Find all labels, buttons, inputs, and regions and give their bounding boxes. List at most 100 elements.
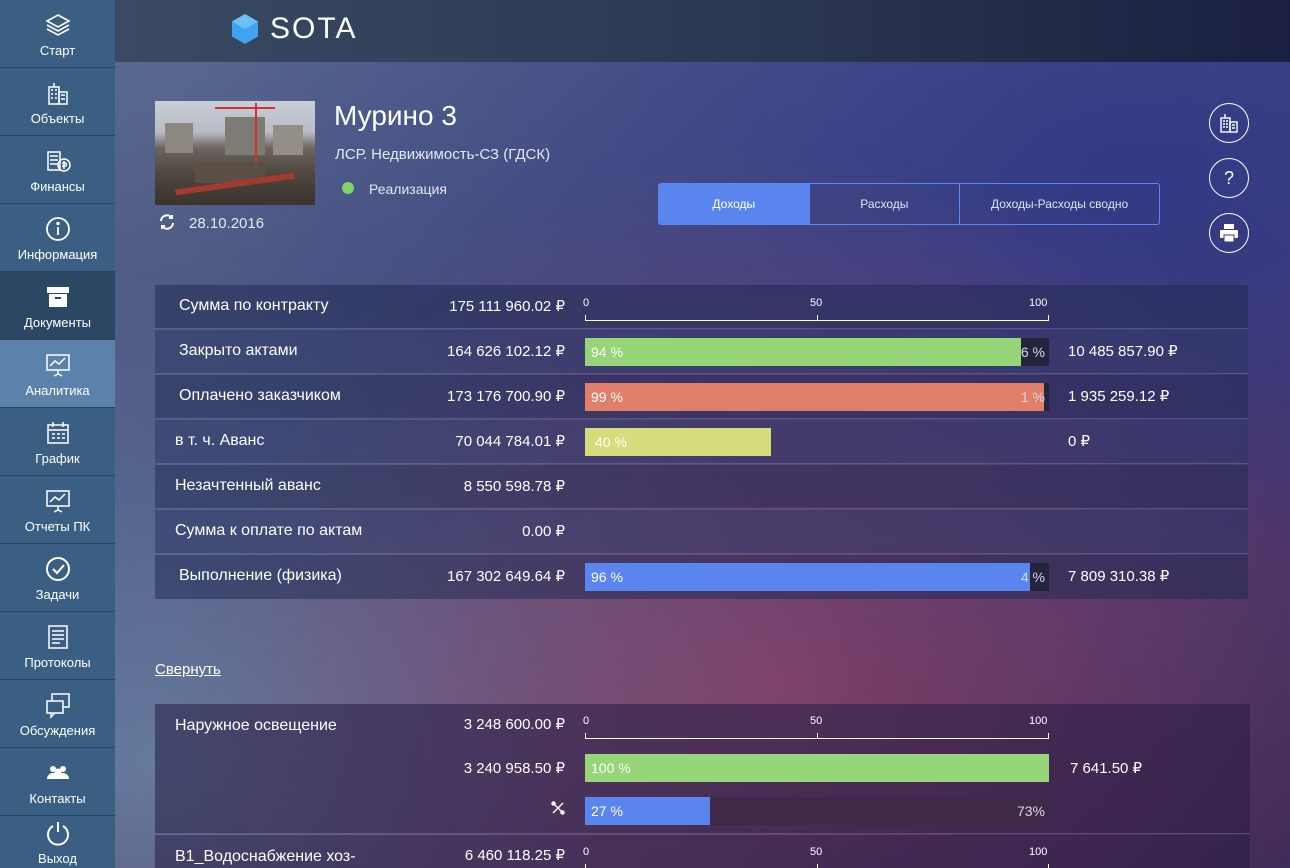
progress-label: 40 % [595,434,627,450]
project-photo [155,101,315,205]
percent-scale: 0 50 100 [583,291,1049,327]
logo-text: SOTA [270,12,358,45]
detail-label: В1_Водоснабжение хоз- [175,848,356,865]
collapse-link[interactable]: Свернуть [155,661,221,678]
summary-row-contract: Сумма по контракту 175 111 960.02 ₽ 0 50… [155,285,1248,329]
nav-schedule-label: График [35,450,80,466]
nav-analytics[interactable]: Аналитика [0,340,115,408]
project-status: Реализация [369,181,447,197]
row-remain: 7 809 310.38 ₽ [1068,568,1170,585]
row-remain: 0 ₽ [1068,433,1091,450]
progress-label: 94 % [591,344,623,360]
nav-discussions-label: Обсуждения [19,722,96,738]
tab-summary[interactable]: Доходы-Расходы сводно [960,184,1159,224]
row-amount: 70 044 784.01 ₽ [455,433,565,450]
nav-start-label: Старт [39,42,76,58]
calendar-icon [43,418,73,448]
row-amount: 167 302 649.64 ₽ [447,568,565,585]
buildings-icon [43,78,73,108]
summary-table: Сумма по контракту 175 111 960.02 ₽ 0 50… [155,285,1248,599]
progress-fill [585,754,1049,782]
chat-icon [43,690,73,720]
nav-contacts-label: Контакты [29,790,86,806]
refresh-icon[interactable] [158,213,176,231]
detail-block: Наружное освещение 3 248 600.00 ₽ 0 50 1… [155,704,1250,834]
row-label: Сумма по контракту [179,297,329,314]
info-icon [43,214,73,244]
nav-documents-label: Документы [23,314,91,330]
sidebar: Старт Объекты Финансы Информация Докумен… [0,0,115,868]
row-remain: 1 935 259.12 ₽ [1068,388,1170,405]
tab-income[interactable]: Доходы [659,184,810,224]
project-company: ЛСР. Недвижимость-СЗ (ГДСК) [335,146,551,163]
hexagon-logo-icon [232,14,258,44]
progress-label: 100 % [591,760,631,776]
nav-finance-label: Финансы [30,178,85,194]
progress-rest-label: 73% [1016,803,1045,819]
progress-label: 27 % [591,803,623,819]
row-label: Закрыто актами [179,342,298,359]
scale-label-100: 100 [1029,715,1048,727]
nav-protocols[interactable]: Протоколы [0,612,115,680]
object-button[interactable] [1209,103,1249,143]
progress-label: 96 % [591,569,623,585]
progress-fill [585,383,1044,411]
scale-label-100: 100 [1029,297,1048,309]
progress-fill [585,338,1021,366]
progress-bar: 27 % 73% [585,797,1049,825]
scale-label-50: 50 [810,297,823,309]
help-icon: ? [1223,167,1234,188]
progress-rest-label: 6 % [1020,344,1045,360]
power-icon [43,818,73,848]
logo[interactable]: SOTA [228,12,357,46]
progress-bar: 100 % [585,754,1049,782]
print-button[interactable] [1209,213,1249,253]
nav-logout-label: Выход [38,851,77,866]
help-button[interactable]: ? [1209,158,1249,198]
nav-schedule[interactable]: График [0,408,115,476]
status-indicator [342,182,354,194]
money-icon [43,146,73,176]
building-icon [1220,114,1238,133]
summary-row-unused-advance: Незачтенный аванс 8 550 598.78 ₽ [155,465,1248,509]
nav-contacts[interactable]: Контакты [0,748,115,816]
row-label: Сумма к оплате по актам [175,522,363,539]
box-icon [43,282,73,312]
print-icon [1220,224,1238,243]
progress-bar: 96 % 4 % [585,563,1049,591]
nav-objects[interactable]: Объекты [0,68,115,136]
progress-label: 99 % [591,389,623,405]
row-amount: 173 176 700.90 ₽ [447,388,565,405]
presentation-icon [43,486,73,516]
document-list-icon [43,622,73,652]
nav-documents[interactable]: Документы [0,272,115,340]
nav-protocols-label: Протоколы [24,654,91,670]
nav-finance[interactable]: Финансы [0,136,115,204]
summary-row-closed: Закрыто актами 164 626 102.12 ₽ 94 % 6 %… [155,330,1248,374]
row-label: Выполнение (физика) [179,567,342,584]
nav-tasks[interactable]: Задачи [0,544,115,612]
nav-logout[interactable]: Выход [0,816,115,868]
people-icon [43,758,73,788]
tools-icon [551,801,565,815]
row-amount: 164 626 102.12 ₽ [447,343,565,360]
nav-info-label: Информация [17,246,98,262]
progress-bar: 99 % 1 % [585,383,1049,411]
nav-reports[interactable]: Отчеты ПК [0,476,115,544]
scale-label-0: 0 [583,715,590,727]
check-circle-icon [43,554,73,584]
presentation-chart-icon [43,350,73,380]
tab-expenses[interactable]: Расходы [810,184,961,224]
top-bar: SOTA [115,0,1290,62]
detail-label: Наружное освещение [175,717,337,734]
summary-row-to-pay: Сумма к оплате по актам 0.00 ₽ [155,510,1248,554]
row-amount: 8 550 598.78 ₽ [463,478,565,495]
row-remain: 10 485 857.90 ₽ [1068,343,1178,360]
detail-block: В1_Водоснабжение хоз- 6 460 118.25 ₽ 0 5… [155,835,1250,868]
scale-label-0: 0 [583,297,590,309]
scale-label-50: 50 [810,846,823,858]
nav-info[interactable]: Информация [0,204,115,272]
summary-row-paid: Оплачено заказчиком 173 176 700.90 ₽ 99 … [155,375,1248,419]
nav-start[interactable]: Старт [0,0,115,68]
nav-discussions[interactable]: Обсуждения [0,680,115,748]
